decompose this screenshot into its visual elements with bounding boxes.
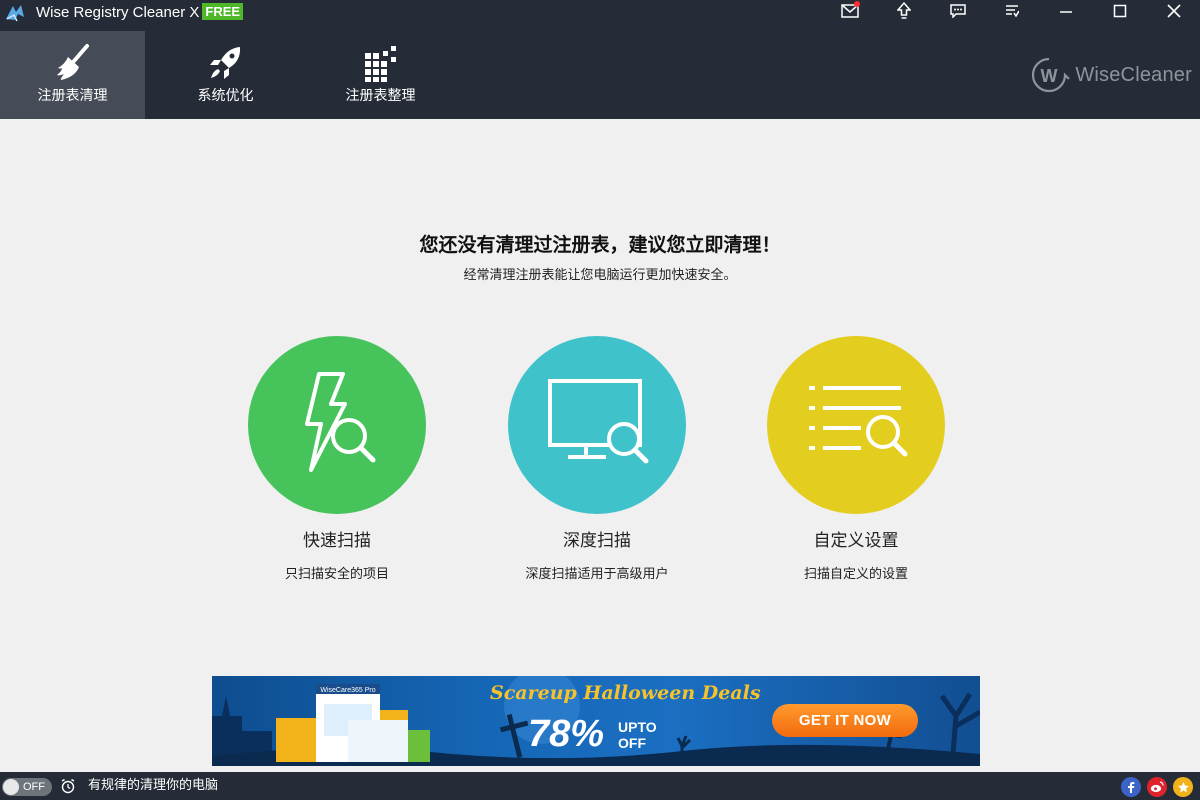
wisecleaner-brand[interactable]: W WiseCleaner — [1029, 55, 1192, 95]
brand-name: WiseCleaner — [1075, 63, 1192, 86]
weibo-icon — [1150, 781, 1164, 793]
notification-dot — [854, 1, 860, 7]
feedback-icon — [950, 4, 966, 18]
star-icon — [1177, 781, 1189, 792]
app-title: Wise Registry Cleaner X FREE — [36, 3, 244, 23]
halloween-ad-banner[interactable]: WiseCare365 Pro Scareup Halloween Deals … — [212, 676, 980, 766]
tab-registry-defrag[interactable]: 注册表整理 — [308, 31, 453, 119]
title-bar: Wise Registry Cleaner X FREE 注册表清理 系统优化 … — [0, 0, 1200, 119]
maximize-button[interactable] — [1100, 0, 1140, 22]
status-bar: OFF 有规律的清理你的电脑 — [0, 772, 1200, 800]
broom-icon — [56, 44, 89, 80]
brand-letter: W — [1041, 66, 1058, 86]
maximize-icon — [1113, 4, 1127, 18]
facebook-button[interactable] — [1121, 777, 1141, 797]
app-title-text: Wise Registry Cleaner X — [36, 4, 200, 21]
custom-scan-option[interactable]: 自定义设置 扫描自定义的设置 — [767, 336, 945, 586]
free-badge: FREE — [202, 3, 244, 20]
facebook-icon — [1128, 782, 1135, 793]
menu-icon — [1006, 5, 1019, 18]
close-button[interactable] — [1154, 0, 1194, 22]
custom-scan-circle[interactable] — [767, 336, 945, 514]
fast-scan-option[interactable]: 快速扫描 只扫描安全的项目 — [248, 336, 426, 586]
feedback-button[interactable] — [938, 0, 978, 22]
get-it-now-button[interactable]: GET IT NOW — [772, 704, 918, 737]
main-headline: 您还没有清理过注册表，建议您立即清理！ — [419, 234, 781, 256]
schedule-text[interactable]: 有规律的清理你的电脑 — [88, 778, 218, 794]
fast-scan-icon — [305, 372, 376, 472]
rate-star-button[interactable] — [1173, 777, 1193, 797]
tab-label: 注册表清理 — [37, 88, 108, 104]
banner-upto: UPTO — [618, 719, 657, 735]
tab-registry-cleaner[interactable]: 注册表清理 — [0, 31, 145, 119]
banner-headline: Scareup Halloween Deals — [490, 682, 761, 704]
scan-option-title: 快速扫描 — [303, 531, 371, 551]
alarm-clock-icon — [61, 778, 75, 794]
defrag-blocks-icon — [364, 46, 396, 82]
main-subline: 经常清理注册表能让您电脑运行更加快速安全。 — [463, 268, 737, 283]
banner-percent: 78% — [528, 713, 605, 755]
banner-product-label: WiseCare365 Pro — [320, 687, 375, 694]
upgrade-icon — [897, 2, 911, 19]
tab-system-optimize[interactable]: 系统优化 — [153, 31, 298, 119]
minimize-button[interactable] — [1046, 0, 1086, 22]
scan-option-desc: 扫描自定义的设置 — [803, 567, 908, 582]
main-menu-button[interactable] — [992, 0, 1032, 22]
close-icon — [1167, 4, 1181, 18]
toggle-knob — [3, 779, 19, 795]
tab-label: 系统优化 — [197, 88, 254, 104]
mail-button[interactable] — [830, 0, 870, 22]
custom-scan-icon — [809, 386, 908, 457]
scan-option-title: 深度扫描 — [563, 531, 631, 551]
rocket-icon — [209, 47, 240, 79]
scan-option-title: 自定义设置 — [813, 531, 899, 551]
fast-scan-circle[interactable] — [248, 336, 426, 514]
scan-option-desc: 深度扫描适用于高级用户 — [525, 567, 669, 582]
deep-scan-icon — [548, 379, 649, 464]
minimize-icon — [1060, 11, 1072, 13]
tab-label: 注册表整理 — [345, 88, 416, 104]
banner-off: OFF — [618, 735, 646, 751]
toggle-state: OFF — [23, 781, 45, 793]
upgrade-button[interactable] — [884, 0, 924, 22]
deep-scan-circle[interactable] — [508, 336, 686, 514]
weibo-button[interactable] — [1147, 777, 1167, 797]
deep-scan-option[interactable]: 深度扫描 深度扫描适用于高级用户 — [508, 336, 686, 586]
scan-option-desc: 只扫描安全的项目 — [284, 567, 389, 582]
app-logo-icon — [6, 5, 24, 22]
wisecleaner-logo-icon: W — [1032, 57, 1071, 93]
auto-clean-toggle[interactable]: OFF — [2, 778, 52, 796]
